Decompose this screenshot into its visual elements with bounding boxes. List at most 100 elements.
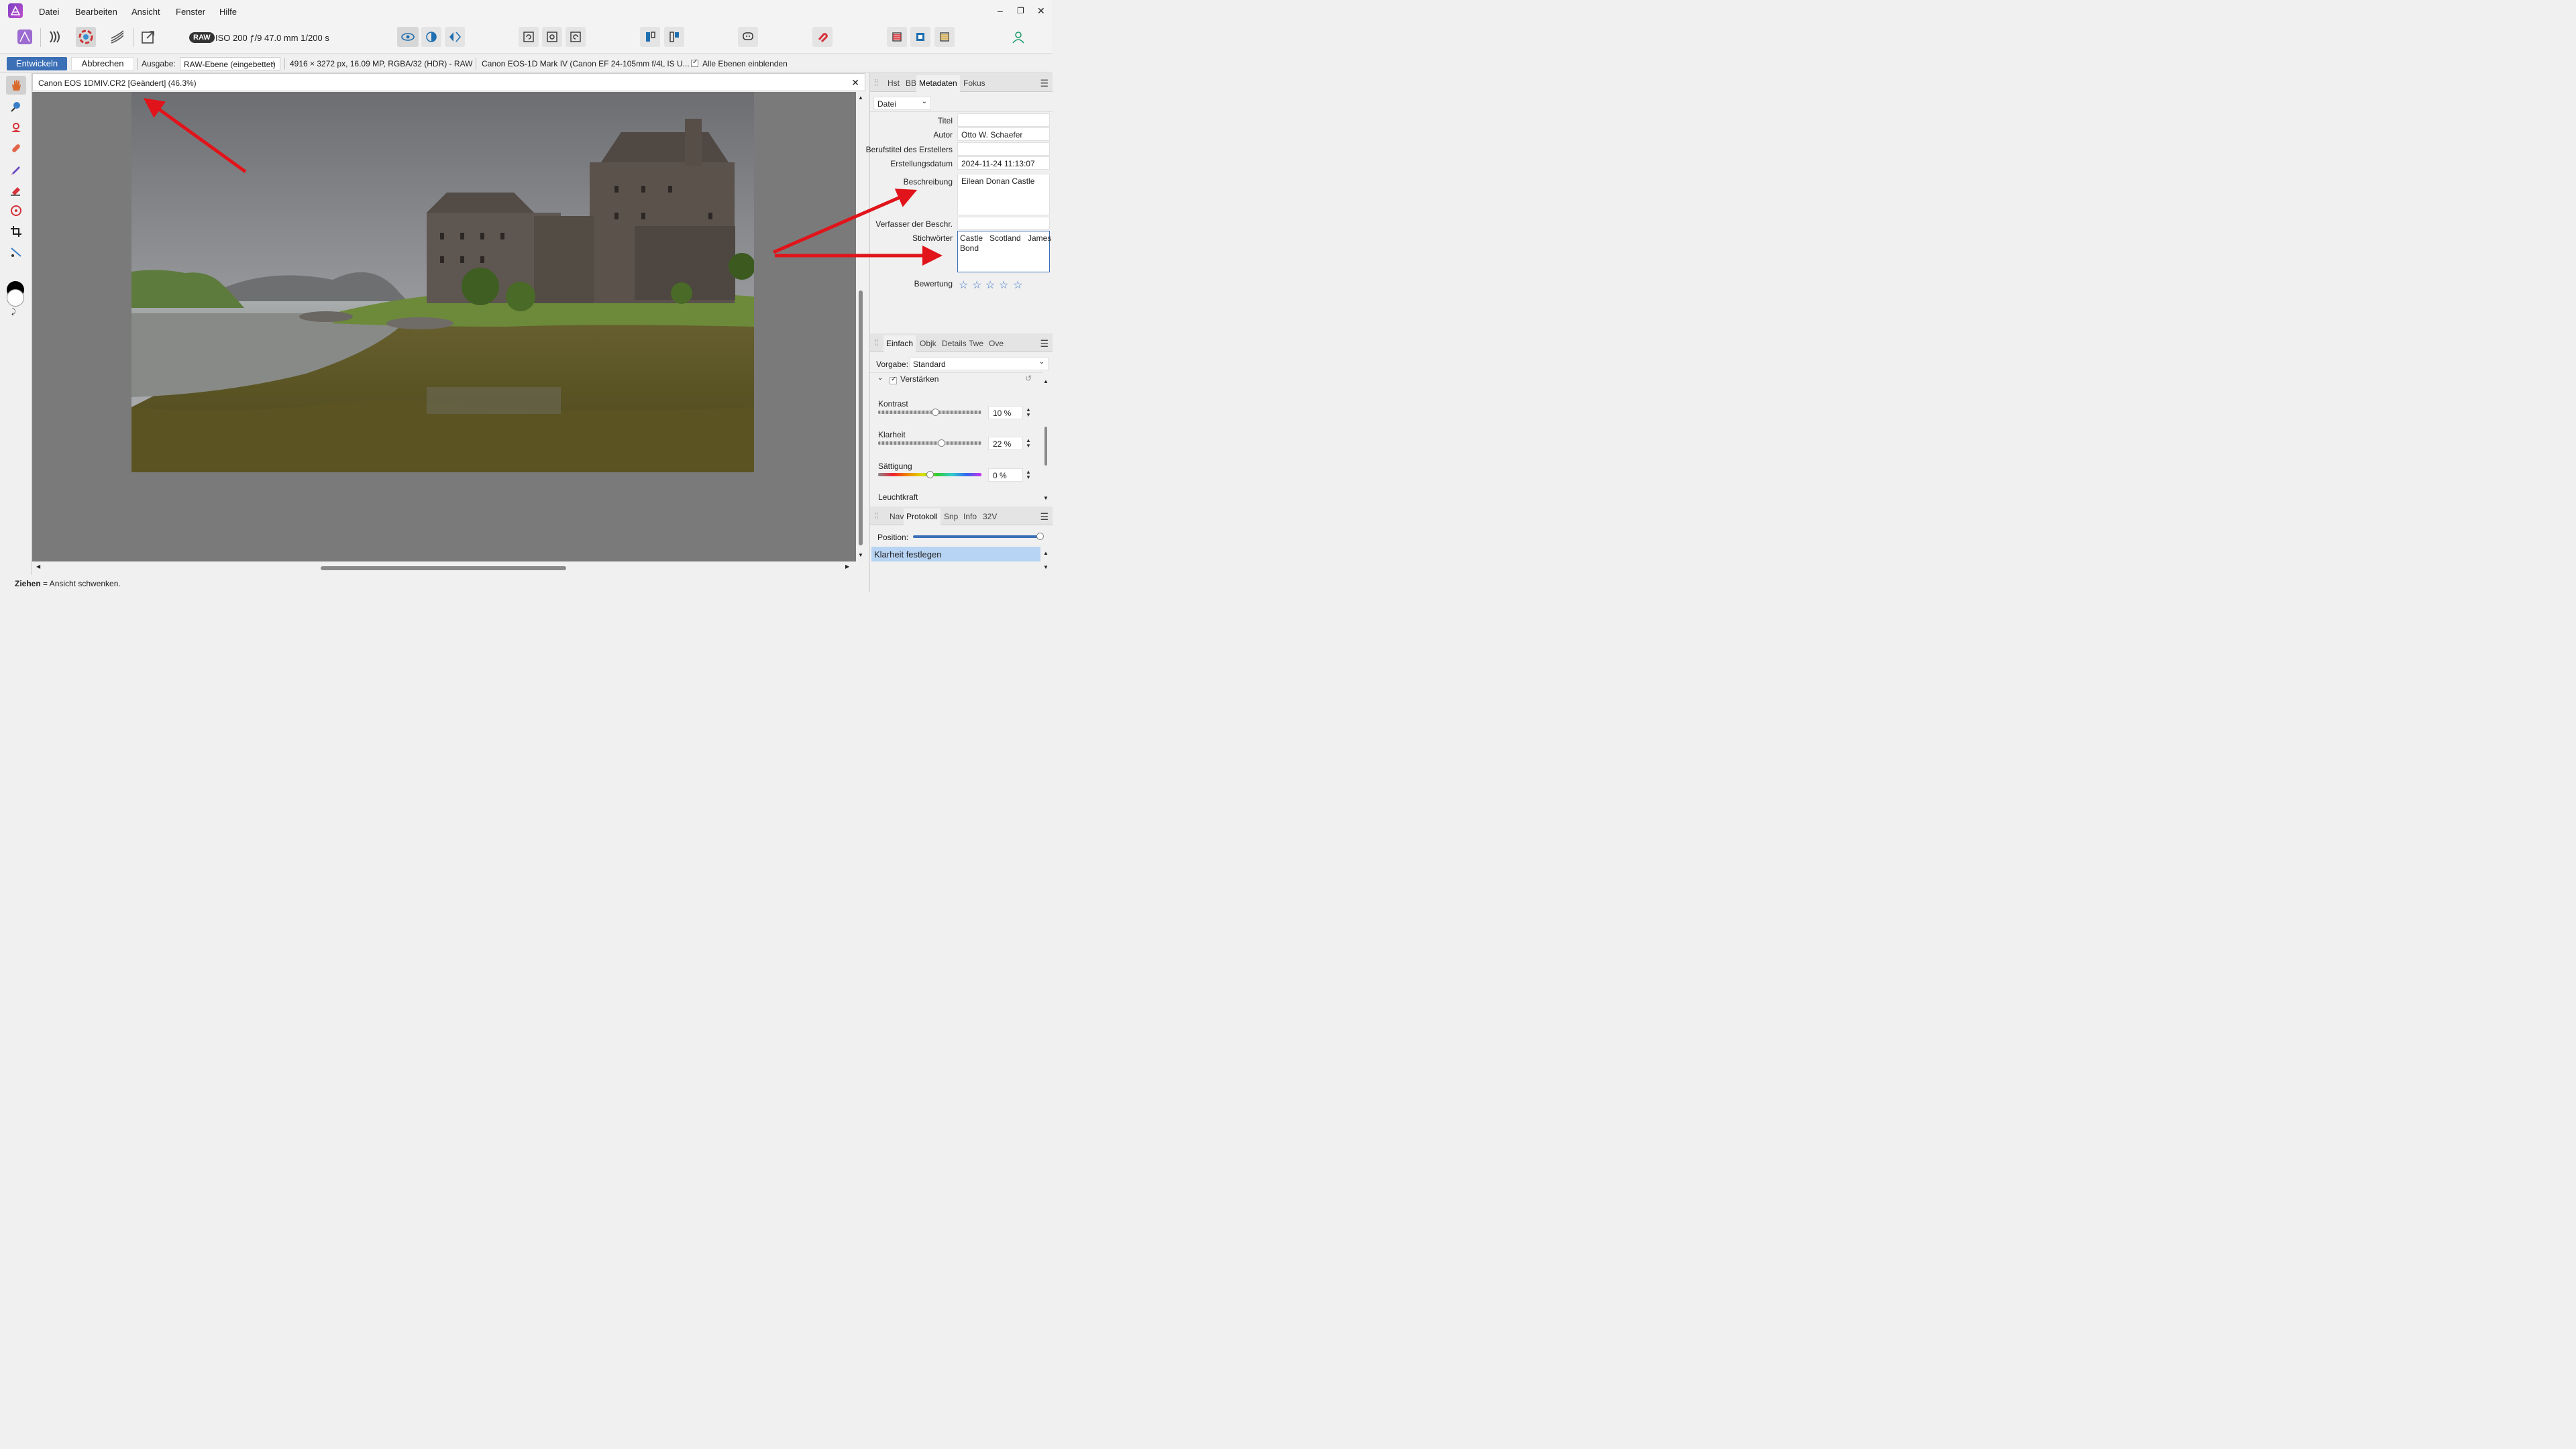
- slider-thumb[interactable]: [926, 471, 934, 478]
- stepper-arrows-icon[interactable]: ▲ ▼: [1026, 407, 1031, 418]
- rotate-right-icon[interactable]: [566, 27, 586, 47]
- after-icon[interactable]: [664, 27, 684, 47]
- rotate-left-icon[interactable]: [519, 27, 539, 47]
- overlay-erase-tool-icon[interactable]: [6, 180, 26, 199]
- tab-einfach[interactable]: Einfach: [883, 335, 916, 352]
- white-balance-tool-icon[interactable]: [6, 97, 26, 116]
- secondary-color-swatch[interactable]: [7, 289, 24, 307]
- clip-highlights-icon[interactable]: [887, 27, 907, 47]
- position-slider[interactable]: [913, 535, 1040, 538]
- overlay-paint-tool-icon[interactable]: [6, 160, 26, 178]
- autor-field[interactable]: Otto W. Schaefer: [957, 127, 1050, 141]
- tab-hst[interactable]: Hst: [888, 78, 900, 88]
- panel-menu-icon[interactable]: ☰: [1040, 78, 1049, 89]
- mirror-view-icon[interactable]: [445, 27, 465, 47]
- menu-datei[interactable]: Datei: [39, 7, 59, 17]
- vertical-scrollbar[interactable]: ▲ ▼: [856, 92, 865, 561]
- horizontal-scrollbar[interactable]: ◀ ▶: [32, 561, 856, 574]
- clip-shadows-icon[interactable]: [934, 27, 955, 47]
- panel-grip-icon[interactable]: [875, 339, 877, 346]
- position-slider-thumb[interactable]: [1036, 533, 1044, 540]
- tab-snp[interactable]: Snp: [944, 512, 958, 521]
- stepper-arrows-icon[interactable]: ▲ ▼: [1026, 470, 1031, 480]
- crop-tool-icon[interactable]: [6, 222, 26, 241]
- user-icon[interactable]: [1008, 27, 1028, 47]
- photo-persona-icon[interactable]: [15, 27, 35, 47]
- show-all-layers-checkbox[interactable]: [691, 58, 698, 68]
- vertical-scroll-thumb[interactable]: [859, 290, 863, 545]
- close-app-button[interactable]: ✕: [1037, 5, 1045, 17]
- panel-grip-icon[interactable]: [875, 513, 877, 519]
- output-select[interactable]: RAW-Ebene (eingebettet) ⌄: [180, 57, 280, 70]
- scroll-left-icon[interactable]: ◀: [36, 564, 40, 570]
- rating-star-icon[interactable]: ☆: [985, 278, 995, 292]
- blemish-tool-icon[interactable]: [6, 139, 26, 158]
- develop-color-wheel-icon[interactable]: [76, 27, 96, 47]
- slider-track[interactable]: [878, 441, 981, 445]
- image-canvas[interactable]: [32, 92, 856, 561]
- before-icon[interactable]: [640, 27, 660, 47]
- stichwoerter-field[interactable]: Castle Scotland James Bond: [957, 231, 1051, 272]
- erstellungsdatum-field[interactable]: 2024-11-24 11:13:07: [957, 156, 1050, 170]
- preset-select[interactable]: Standard ⌄: [909, 357, 1049, 370]
- red-eye-tool-icon[interactable]: [6, 118, 26, 137]
- magnet-icon[interactable]: [812, 27, 833, 47]
- tab-fokus[interactable]: Fokus: [963, 78, 985, 88]
- tone-curve-icon[interactable]: [107, 27, 127, 47]
- menu-bearbeiten[interactable]: Bearbeiten: [75, 7, 117, 17]
- basic-panel-scrollbar[interactable]: ▲ ▼: [1042, 374, 1050, 503]
- rating-star-icon[interactable]: ☆: [999, 278, 1008, 292]
- view-eye-icon[interactable]: [397, 27, 419, 47]
- reset-icon[interactable]: ↺: [1025, 374, 1032, 383]
- scroll-right-icon[interactable]: ▶: [845, 564, 849, 570]
- develop-button[interactable]: Entwickeln: [7, 57, 67, 70]
- menu-ansicht[interactable]: Ansicht: [131, 7, 160, 17]
- beschreibung-field[interactable]: Eilean Donan Castle: [957, 174, 1050, 215]
- rating-star-icon[interactable]: ☆: [1013, 278, 1022, 292]
- stepper-arrows-icon[interactable]: ▲ ▼: [1026, 438, 1031, 449]
- enhance-checkbox[interactable]: [890, 376, 897, 385]
- slider-value-field[interactable]: 10 %: [988, 406, 1023, 419]
- tab-twe[interactable]: Twe: [969, 339, 983, 348]
- berufstitel-field[interactable]: [957, 142, 1050, 156]
- tab-ove[interactable]: Ove: [989, 339, 1004, 348]
- tab-metadaten[interactable]: Metadaten: [916, 75, 960, 92]
- basic-panel-scroll-thumb[interactable]: [1044, 427, 1047, 466]
- develop-assistant-icon[interactable]: [46, 27, 66, 47]
- slider-value-field[interactable]: 22 %: [988, 437, 1023, 450]
- slider-thumb[interactable]: [937, 439, 945, 447]
- titel-field[interactable]: [957, 113, 1050, 127]
- tab-info[interactable]: Info: [963, 512, 977, 521]
- tab-details[interactable]: Details: [942, 339, 967, 348]
- verfasser-field[interactable]: [957, 217, 1050, 230]
- hand-tool-icon[interactable]: [6, 76, 26, 95]
- slider-value-field[interactable]: 0 %: [988, 468, 1023, 482]
- scroll-down-icon[interactable]: ▼: [858, 552, 863, 558]
- overlay-gradient-tool-icon[interactable]: [6, 201, 26, 220]
- slider-thumb[interactable]: [931, 409, 939, 416]
- clip-midtones-icon[interactable]: [910, 27, 930, 47]
- collapse-chevron-icon[interactable]: ⌄: [877, 374, 883, 382]
- horizontal-scroll-thumb[interactable]: [321, 566, 566, 570]
- scroll-down-icon[interactable]: ▼: [1043, 564, 1049, 570]
- tab-32v[interactable]: 32V: [983, 512, 997, 521]
- tab-nav[interactable]: Nav: [890, 512, 904, 521]
- restore-button[interactable]: ❐: [1017, 6, 1024, 15]
- history-entry-selected[interactable]: Klarheit festlegen: [871, 547, 1040, 561]
- scroll-up-icon[interactable]: ▲: [1043, 378, 1049, 384]
- chat-icon[interactable]: [738, 27, 758, 47]
- panel-menu-icon[interactable]: ☰: [1040, 511, 1049, 523]
- export-icon[interactable]: [138, 27, 158, 47]
- rating-star-icon[interactable]: ☆: [972, 278, 981, 292]
- menu-hilfe[interactable]: Hilfe: [219, 7, 237, 17]
- close-document-icon[interactable]: ✕: [851, 77, 859, 89]
- scroll-up-icon[interactable]: ▲: [1043, 550, 1049, 556]
- rotate-icon[interactable]: [542, 27, 562, 47]
- cancel-button[interactable]: Abbrechen: [71, 57, 134, 70]
- minimize-button[interactable]: –: [998, 5, 1003, 16]
- document-tab[interactable]: Canon EOS 1DMIV.CR2 [Geändert] (46.3%) ✕: [32, 73, 865, 91]
- metadata-category-select[interactable]: Datei ⌄: [873, 97, 931, 110]
- scroll-down-icon[interactable]: ▼: [1043, 495, 1049, 501]
- swap-colors-icon[interactable]: ⤸: [11, 308, 16, 317]
- panel-menu-icon[interactable]: ☰: [1040, 338, 1049, 350]
